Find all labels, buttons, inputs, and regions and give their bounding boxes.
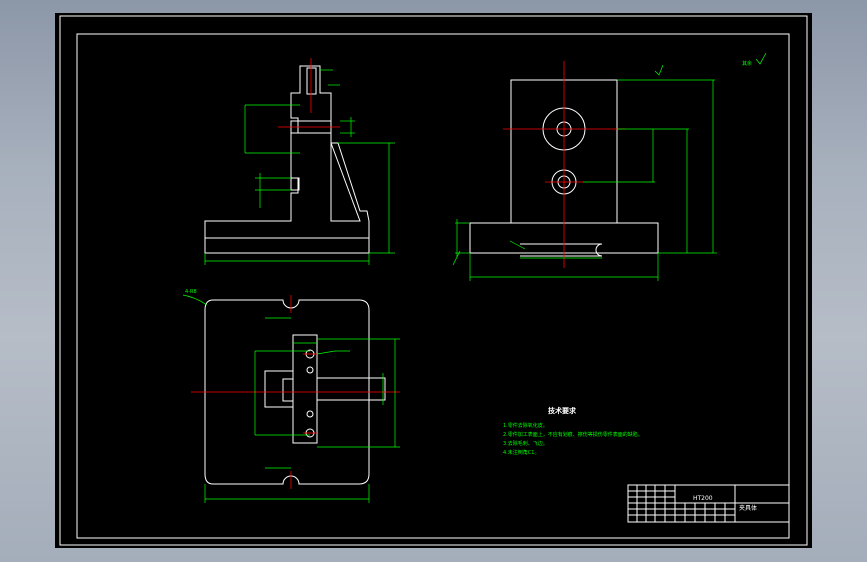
- top-shaft: [316, 377, 386, 401]
- side-base-slot: [520, 243, 603, 257]
- top-hole-2: [306, 366, 314, 374]
- rib: [330, 142, 361, 222]
- drawing-sheet: 其余 4-R8 技术要求 1.零件去除氧化皮。 2.零件加工表面上，不应有划痕、…: [55, 13, 812, 548]
- cad-drawing: 其余 4-R8 技术要求 1.零件去除氧化皮。 2.零件加工表面上，不应有划痕、…: [59, 15, 808, 546]
- top-step: [282, 378, 294, 402]
- hole-leader: [316, 350, 350, 355]
- technical-notes: 技术要求 1.零件去除氧化皮。 2.零件加工表面上，不应有划痕、擦伤等损伤零件表…: [503, 406, 643, 456]
- section-body: [204, 65, 370, 254]
- notes-title: 技术要求: [548, 406, 577, 415]
- part-name-label: 夹具体: [739, 504, 757, 512]
- material-label: HT200: [693, 495, 713, 502]
- roughness-check-icon: [755, 52, 767, 65]
- note-item-1: 1.零件去除氧化皮。: [503, 422, 548, 429]
- outer-frame: [59, 15, 808, 546]
- inner-frame: [76, 33, 790, 539]
- note-item-2: 2.零件加工表面上，不应有划痕、擦伤等损伤零件表面的缺陷。: [503, 431, 643, 438]
- roughness-symbol-top: [654, 64, 664, 76]
- leader: [509, 240, 526, 250]
- top-left-block: [264, 370, 294, 408]
- front-section-view: [204, 58, 395, 265]
- general-roughness: 其余: [742, 52, 767, 67]
- top-hole-3: [306, 410, 314, 418]
- note-item-4: 4.未注倒角C1。: [503, 449, 539, 456]
- leader-r8: [182, 294, 208, 306]
- title-block: HT200 夹具体: [627, 484, 790, 523]
- top-view: 4-R8: [182, 289, 400, 503]
- top-slot: [306, 67, 317, 95]
- slot-radius-label: 4-R8: [185, 289, 197, 295]
- note-item-3: 3.去除毛刺、飞边。: [503, 440, 548, 447]
- side-view: [452, 61, 717, 281]
- roughness-note: 其余: [742, 60, 752, 67]
